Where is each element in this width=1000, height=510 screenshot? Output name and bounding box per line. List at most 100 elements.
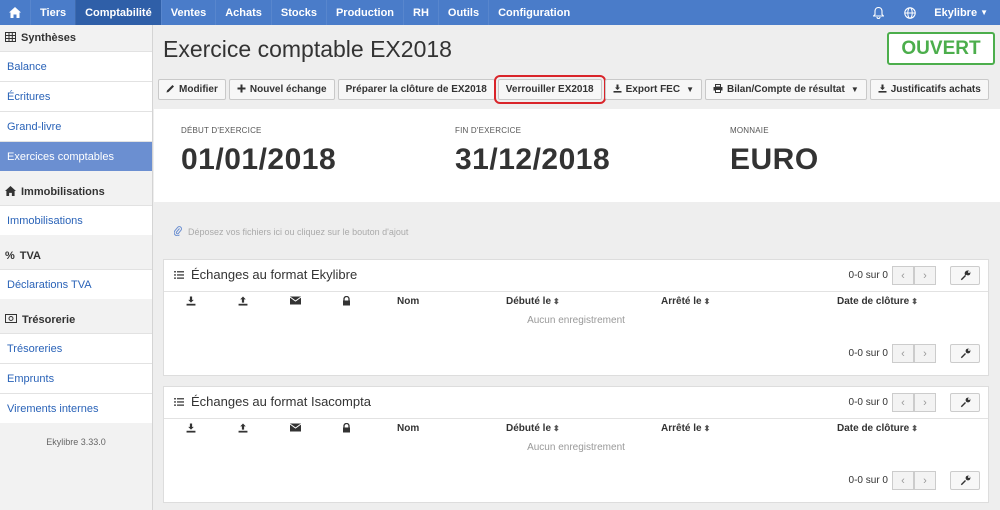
sidebar-section-title: Immobilisations [21, 186, 105, 198]
sidebar-item-immobilisations[interactable]: Immobilisations [0, 205, 152, 235]
list-icon [174, 394, 184, 409]
sidebar-section-immobilisations: Immobilisations [0, 179, 152, 205]
exchanges-isacompta-panel: Échanges au format Isacompta 0-0 sur 0 ‹… [163, 386, 989, 503]
lock-fiscal-year-button[interactable]: Verrouiller EX2018 [493, 75, 606, 104]
new-exchange-button[interactable]: Nouvel échange [228, 79, 335, 100]
app-version: Ekylibre 3.33.0 [46, 437, 106, 447]
nav-comptabilite[interactable]: Comptabilité [75, 0, 161, 25]
globe-icon[interactable] [894, 0, 926, 25]
next-page-button[interactable]: › [914, 266, 936, 285]
sidebar-item-grand-livre[interactable]: Grand-livre [0, 111, 152, 141]
sort-icon: ⬍ [553, 424, 560, 433]
money-icon [5, 314, 17, 326]
home-icon[interactable] [0, 0, 30, 25]
currency-value: EURO [730, 143, 819, 176]
column-closure-date[interactable]: Date de clôture ⬍ [837, 423, 918, 434]
column-started[interactable]: Débuté le ⬍ [506, 423, 560, 434]
file-dropzone[interactable]: Déposez vos fichiers ici ou cliquez sur … [154, 210, 1000, 254]
export-fec-button[interactable]: Export FEC ▼ [604, 79, 702, 100]
next-page-button[interactable]: › [914, 344, 936, 363]
nav-production[interactable]: Production [325, 0, 403, 25]
exchanges-ekylibre-panel: Échanges au format Ekylibre 0-0 sur 0 ‹ … [163, 259, 989, 376]
caret-down-icon: ▼ [980, 8, 988, 17]
user-menu[interactable]: Ekylibre ▼ [926, 7, 1000, 19]
sort-icon: ⬍ [911, 297, 918, 306]
sidebar-section-tresorerie: Trésorerie [0, 307, 152, 333]
prev-page-button[interactable]: ‹ [892, 344, 914, 363]
sidebar-section-title: Synthèses [21, 32, 77, 44]
sort-icon: ⬍ [911, 424, 918, 433]
upload-icon [238, 296, 248, 306]
sidebar-item-ecritures[interactable]: Écritures [0, 81, 152, 111]
prepare-closure-button-label: Préparer la clôture de EX2018 [345, 84, 487, 95]
column-stopped[interactable]: Arrêté le ⬍ [661, 296, 710, 307]
table-header: Nom Débuté le ⬍ Arrêté le ⬍ Date de clôtur… [164, 296, 988, 310]
download-icon [878, 84, 887, 96]
pagination-bottom: 0-0 sur 0 ‹ › [849, 344, 980, 363]
sidebar-item-balance[interactable]: Balance [0, 51, 152, 81]
lock-button-label: Verrouiller EX2018 [505, 84, 594, 95]
sidebar: Synthèses Balance Écritures Grand-livre … [0, 25, 153, 510]
column-closure-date[interactable]: Date de clôture ⬍ [837, 296, 918, 307]
next-page-button[interactable]: › [914, 393, 936, 412]
sort-icon: ⬍ [703, 424, 711, 433]
dropzone-text: Déposez vos fichiers ici ou cliquez sur … [188, 227, 409, 237]
wrench-icon[interactable] [950, 471, 980, 490]
column-started-label: Débuté le [506, 296, 552, 307]
nav-rh[interactable]: RH [403, 0, 438, 25]
upload-icon [238, 423, 248, 433]
prev-page-button[interactable]: ‹ [892, 471, 914, 490]
column-closure-label: Date de clôture [837, 423, 910, 434]
prepare-closure-button[interactable]: Préparer la clôture de EX2018 [337, 79, 495, 100]
sidebar-section-syntheses: Synthèses [0, 25, 152, 51]
panel-title: Échanges au format Isacompta [174, 394, 371, 409]
list-icon [174, 267, 184, 282]
modify-button-label: Modifier [179, 84, 218, 95]
column-stopped[interactable]: Arrêté le ⬍ [661, 423, 710, 434]
caret-down-icon: ▼ [850, 85, 859, 94]
new-exchange-button-label: Nouvel échange [249, 84, 327, 95]
nav-configuration[interactable]: Configuration [488, 0, 579, 25]
sidebar-item-emprunts[interactable]: Emprunts [0, 363, 152, 393]
nav-achats[interactable]: Achats [215, 0, 271, 25]
panel-header: Échanges au format Isacompta 0-0 sur 0 ‹… [164, 387, 988, 419]
balance-sheet-button[interactable]: Bilan/Compte de résultat ▼ [705, 79, 867, 100]
wrench-icon[interactable] [950, 266, 980, 285]
record-count: 0-0 sur 0 [848, 475, 888, 486]
pagination-top: 0-0 sur 0 ‹ › [849, 393, 980, 412]
fiscal-year-info: DÉBUT D'EXERCICE 01/01/2018 FIN D'EXERCI… [154, 109, 1000, 202]
nav-tiers[interactable]: Tiers [30, 0, 75, 25]
sidebar-item-declarations-tva[interactable]: Déclarations TVA [0, 269, 152, 299]
nav-outils[interactable]: Outils [437, 0, 488, 25]
purchase-receipts-button-label: Justificatifs achats [890, 84, 981, 95]
column-started[interactable]: Débuté le ⬍ [506, 296, 560, 307]
end-date-label: FIN D'EXERCICE [455, 126, 522, 135]
empty-message: Aucun enregistrement [527, 315, 625, 326]
printer-icon [713, 83, 723, 96]
modify-button[interactable]: Modifier [158, 79, 226, 100]
sidebar-item-tresoreries[interactable]: Trésoreries [0, 333, 152, 363]
currency-label: MONNAIE [730, 126, 769, 135]
next-page-button[interactable]: › [914, 471, 936, 490]
wrench-icon[interactable] [950, 344, 980, 363]
nav-ventes[interactable]: Ventes [160, 0, 215, 25]
column-name[interactable]: Nom [397, 296, 419, 307]
prev-page-button[interactable]: ‹ [892, 393, 914, 412]
record-count: 0-0 sur 0 [848, 270, 888, 281]
import-icon [186, 296, 196, 306]
sidebar-item-virements-internes[interactable]: Virements internes [0, 393, 152, 423]
column-started-label: Débuté le [506, 423, 552, 434]
panel-title: Échanges au format Ekylibre [174, 267, 357, 282]
lock-icon [342, 296, 351, 306]
column-name[interactable]: Nom [397, 423, 419, 434]
prev-page-button[interactable]: ‹ [892, 266, 914, 285]
wrench-icon[interactable] [950, 393, 980, 412]
purchase-receipts-button[interactable]: Justificatifs achats [869, 79, 989, 100]
envelope-icon [290, 296, 301, 305]
envelope-icon [290, 423, 301, 432]
top-navbar: Tiers Comptabilité Ventes Achats Stocks … [0, 0, 1000, 25]
bell-icon[interactable] [862, 0, 894, 25]
sidebar-item-exercices-comptables[interactable]: Exercices comptables [0, 141, 152, 171]
nav-stocks[interactable]: Stocks [270, 0, 326, 25]
currency-block: MONNAIE EURO [730, 126, 819, 177]
